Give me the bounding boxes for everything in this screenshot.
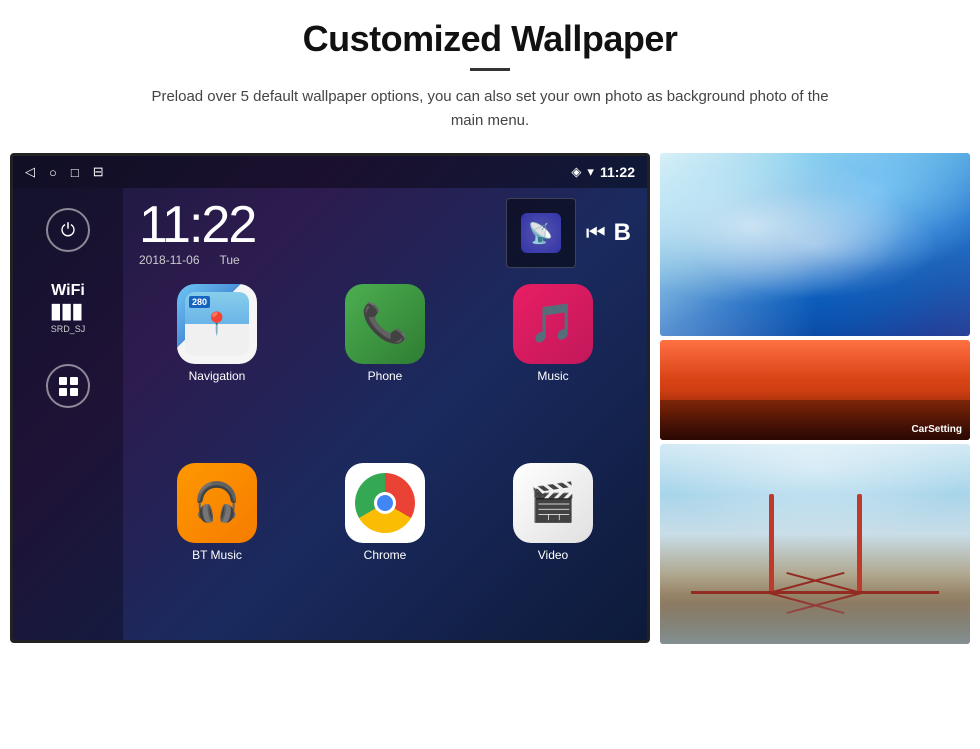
nav-marker-icon: 📍 [203, 311, 230, 337]
phone-label: Phone [368, 369, 403, 383]
clock-display: 11:22 2018-11-06 Tue [139, 199, 255, 267]
status-bar-right: ◈ ▾ 11:22 [571, 164, 635, 180]
page-title: Customized Wallpaper [303, 18, 678, 60]
clock-area: 11:22 2018-11-06 Tue 📡 [123, 188, 647, 274]
wallpaper-ice [660, 153, 970, 336]
ice-photo-content [660, 153, 970, 336]
chrome-outer-ring [355, 473, 415, 533]
carsetting-label: CarSetting [911, 424, 962, 435]
clock-day-value: Tue [220, 253, 240, 267]
main-content: ◁ ○ □ ⊟ ◈ ▾ 11:22 ⏻ [10, 153, 970, 644]
media-icon-box: 📡 [506, 198, 576, 268]
wifi-network: SRD_SJ [51, 324, 86, 334]
power-icon: ⏻ [61, 220, 75, 241]
wallpaper-bridge [660, 444, 970, 644]
page-description: Preload over 5 default wallpaper options… [140, 85, 840, 133]
title-divider [470, 68, 510, 71]
app-item-bt-music[interactable]: 🎧 BT Music [139, 463, 295, 630]
bt-music-label: BT Music [192, 548, 242, 562]
left-sidebar: ⏻ WiFi ▊▊▊ SRD_SJ [13, 188, 123, 640]
wallpaper-sunset: CarSetting [660, 340, 970, 440]
chrome-icon [345, 463, 425, 543]
prev-track-icon[interactable]: ⏮ [586, 220, 606, 246]
media-controls: ⏮ B [586, 219, 631, 247]
app-item-navigation[interactable]: 📍 280 Navigation [139, 284, 295, 451]
letter-b-label: B [614, 219, 631, 247]
grid-dot [59, 388, 67, 396]
app-item-phone[interactable]: 📞 Phone [307, 284, 463, 451]
grid-dot [70, 377, 78, 385]
nav-badge: 280 [189, 296, 210, 308]
status-bar: ◁ ○ □ ⊟ ◈ ▾ 11:22 [13, 156, 647, 188]
app-item-video[interactable]: 🎬 Video [475, 463, 631, 630]
clock-date-value: 2018-11-06 [139, 253, 200, 267]
app-item-music[interactable]: 🎵 Music [475, 284, 631, 451]
app-grid: 📍 280 Navigation 📞 Phone [123, 274, 647, 640]
clock-time: 11:22 [139, 199, 255, 251]
radio-icon: 📡 [521, 213, 561, 253]
wifi-radio-icon: 📡 [528, 221, 553, 246]
bt-emoji: 🎧 [193, 481, 240, 525]
screenshot-icon[interactable]: ⊟ [93, 164, 104, 180]
right-photos: CarSetting [660, 153, 970, 644]
status-bar-left: ◁ ○ □ ⊟ [25, 164, 104, 180]
apps-button[interactable] [46, 364, 90, 408]
chrome-label: Chrome [364, 548, 407, 562]
chrome-center-dot [374, 492, 396, 514]
music-emoji: 🎵 [529, 302, 576, 346]
apps-grid-icon [55, 373, 82, 400]
media-widget: 📡 ⏮ B [506, 198, 631, 268]
music-icon: 🎵 [513, 284, 593, 364]
phone-emoji: 📞 [361, 302, 408, 346]
power-button[interactable]: ⏻ [46, 208, 90, 252]
bt-music-icon: 🎧 [177, 463, 257, 543]
navigation-label: Navigation [189, 369, 246, 383]
wifi-widget: WiFi ▊▊▊ SRD_SJ [51, 282, 86, 334]
back-icon[interactable]: ◁ [25, 164, 35, 180]
signal-icon: ▾ [587, 164, 594, 180]
sunset-photo-content: CarSetting [660, 340, 970, 440]
status-time: 11:22 [600, 164, 635, 180]
grid-dot [70, 388, 78, 396]
home-icon[interactable]: ○ [49, 165, 57, 180]
app-item-chrome[interactable]: Chrome [307, 463, 463, 630]
wifi-label: WiFi [51, 282, 86, 300]
wifi-bars-icon: ▊▊▊ [51, 304, 86, 321]
navigation-icon: 📍 280 [177, 284, 257, 364]
phone-icon: 📞 [345, 284, 425, 364]
recents-icon[interactable]: □ [71, 165, 79, 180]
video-icon: 🎬 [513, 463, 593, 543]
video-emoji: 🎬 [529, 481, 576, 525]
music-label: Music [537, 369, 568, 383]
video-label: Video [538, 548, 568, 562]
screen-body: ⏻ WiFi ▊▊▊ SRD_SJ [13, 188, 647, 640]
clock-date: 2018-11-06 Tue [139, 253, 255, 267]
page-container: Customized Wallpaper Preload over 5 defa… [0, 0, 980, 749]
location-icon: ◈ [571, 164, 581, 180]
grid-dot [59, 377, 67, 385]
android-screen: ◁ ○ □ ⊟ ◈ ▾ 11:22 ⏻ [10, 153, 650, 643]
screen-center: 11:22 2018-11-06 Tue 📡 [123, 188, 647, 640]
bridge-photo-content [660, 444, 970, 644]
